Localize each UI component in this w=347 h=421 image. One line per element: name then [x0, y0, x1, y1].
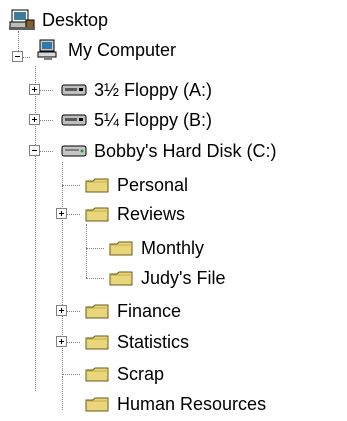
tree-item-label: Statistics	[117, 332, 190, 352]
tree-line	[86, 224, 87, 278]
floppy-drive-icon	[60, 108, 88, 132]
tree-item-label: Personal	[117, 175, 189, 195]
tree-item-human-resources[interactable]: Human Resources	[83, 389, 267, 419]
tree-item-judys-file[interactable]: Judy's File	[107, 263, 226, 293]
folder-icon	[83, 392, 111, 416]
hard-disk-icon	[60, 139, 88, 163]
tree-item-label: Scrap	[117, 364, 165, 384]
expand-toggle-reviews[interactable]	[56, 208, 67, 219]
folder-tree: Desktop My Computer 3½ Floppy (A:) 5¼ Fl…	[0, 0, 347, 421]
tree-item-hard-disk[interactable]: Bobby's Hard Disk (C:)	[60, 136, 277, 166]
tree-item-my-computer[interactable]: My Computer	[34, 35, 177, 65]
expand-toggle-floppy-a[interactable]	[29, 84, 40, 95]
tree-item-label: 5¼ Floppy (B:)	[94, 110, 213, 130]
expand-toggle-finance[interactable]	[56, 305, 67, 316]
tree-item-finance[interactable]: Finance	[83, 296, 182, 326]
folder-icon	[83, 362, 111, 386]
tree-line	[62, 185, 80, 186]
collapse-toggle-my-computer[interactable]	[12, 51, 23, 62]
expand-toggle-statistics[interactable]	[56, 336, 67, 347]
folder-icon	[83, 299, 111, 323]
folder-icon	[83, 173, 111, 197]
tree-item-statistics[interactable]: Statistics	[83, 327, 190, 357]
tree-item-label: 3½ Floppy (A:)	[94, 80, 213, 100]
tree-item-label: Human Resources	[117, 394, 267, 414]
folder-icon	[83, 202, 111, 226]
tree-line	[62, 376, 63, 410]
tree-item-label: Finance	[117, 301, 182, 321]
tree-item-floppy-a[interactable]: 3½ Floppy (A:)	[60, 75, 213, 105]
tree-item-floppy-b[interactable]: 5¼ Floppy (B:)	[60, 105, 213, 135]
tree-line	[86, 278, 104, 279]
floppy-drive-icon	[60, 78, 88, 102]
tree-item-label: Monthly	[141, 238, 205, 258]
expand-toggle-floppy-b[interactable]	[29, 114, 40, 125]
tree-item-label: Reviews	[117, 204, 186, 224]
folder-icon	[107, 236, 135, 260]
tree-item-desktop[interactable]: Desktop	[8, 5, 109, 35]
collapse-toggle-hard-disk[interactable]	[29, 145, 40, 156]
folder-icon	[107, 266, 135, 290]
tree-item-scrap[interactable]: Scrap	[83, 359, 165, 389]
tree-item-monthly[interactable]: Monthly	[107, 233, 205, 263]
tree-item-label: Desktop	[42, 10, 109, 30]
tree-item-label: Judy's File	[141, 268, 226, 288]
desktop-icon	[8, 8, 36, 32]
computer-icon	[34, 38, 62, 62]
tree-item-reviews[interactable]: Reviews	[83, 199, 186, 229]
tree-line	[86, 248, 104, 249]
tree-item-label: Bobby's Hard Disk (C:)	[94, 141, 277, 161]
tree-item-personal[interactable]: Personal	[83, 170, 189, 200]
tree-line	[62, 374, 80, 375]
folder-icon	[83, 330, 111, 354]
tree-item-label: My Computer	[68, 40, 177, 60]
